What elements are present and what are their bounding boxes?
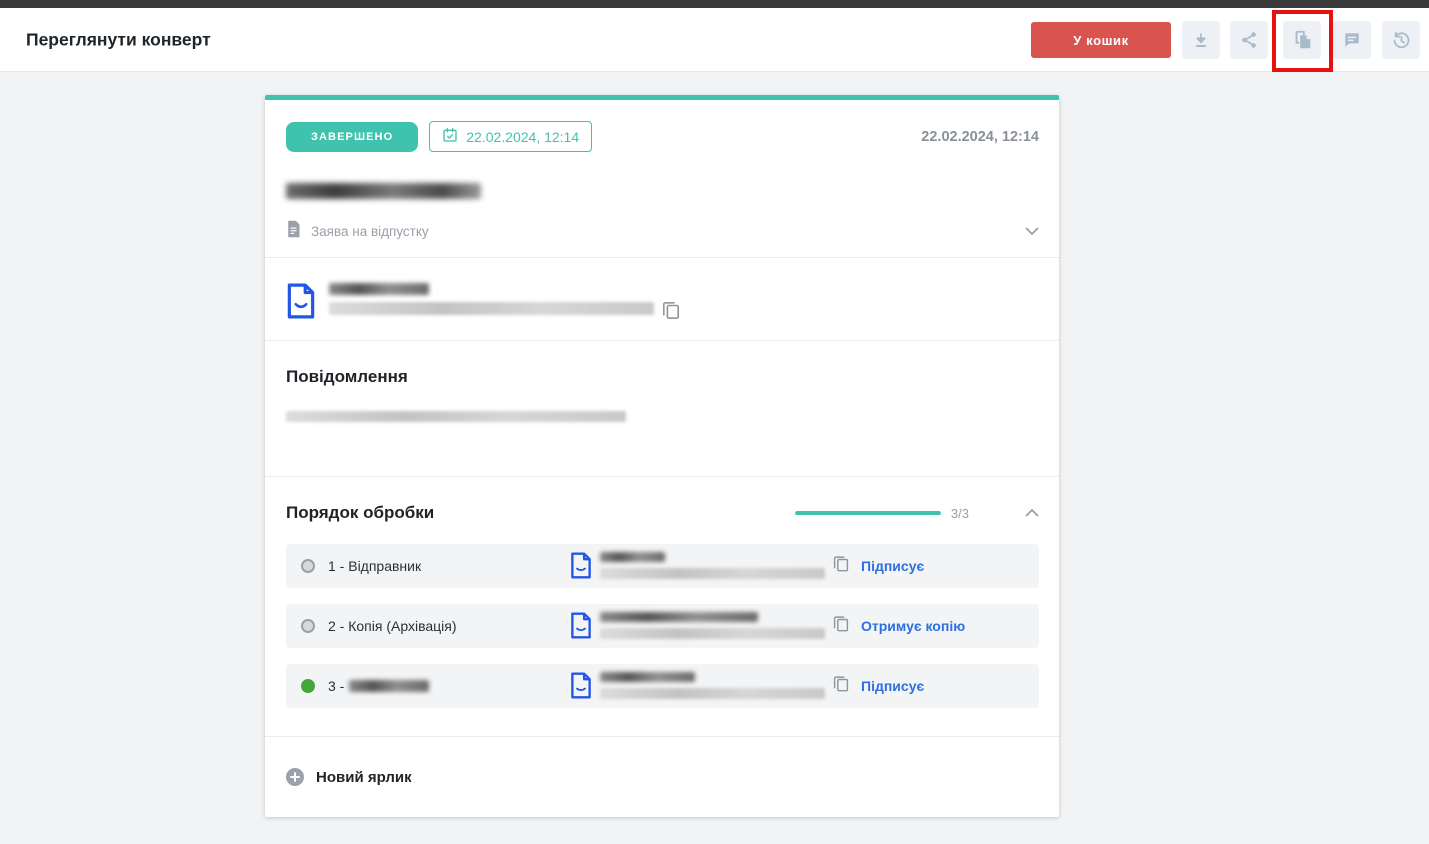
copy-step-icon[interactable] bbox=[833, 614, 849, 638]
completed-date: 22.02.2024, 12:14 bbox=[921, 128, 1039, 145]
chevron-up-icon[interactable] bbox=[1025, 504, 1039, 522]
message-title: Повідомлення bbox=[286, 367, 408, 386]
copy-file-id-icon[interactable] bbox=[662, 300, 680, 325]
step-name-redacted bbox=[600, 672, 695, 682]
status-row: ЗАВЕРШЕНО 22.02.2024, 12:14 22.02.2024, … bbox=[286, 121, 1039, 152]
chevron-down-icon[interactable] bbox=[1025, 223, 1039, 241]
processing-progress: 3/3 bbox=[794, 504, 1039, 522]
comments-button[interactable] bbox=[1333, 21, 1371, 59]
share-button[interactable] bbox=[1230, 21, 1268, 59]
processing-step-row: 3 - Підписує bbox=[286, 664, 1039, 708]
step-signer-redacted bbox=[570, 552, 825, 579]
trash-button[interactable]: У кошик bbox=[1031, 22, 1171, 58]
processing-header: Порядок обробки 3/3 bbox=[286, 503, 1039, 523]
step-actions: Підписує bbox=[833, 664, 924, 708]
message-text-redacted bbox=[286, 411, 626, 422]
download-icon bbox=[1191, 30, 1211, 50]
history-icon bbox=[1391, 30, 1412, 51]
envelope-summary-section: ЗАВЕРШЕНО 22.02.2024, 12:14 22.02.2024, … bbox=[265, 100, 1059, 258]
file-icon bbox=[286, 283, 316, 324]
calendar-check-icon bbox=[442, 127, 458, 146]
step-role-link[interactable]: Отримує копію bbox=[861, 618, 965, 634]
step-signer-redacted bbox=[570, 612, 825, 639]
processing-step-row: 2 - Копія (Архівація) Отримує копію bbox=[286, 604, 1039, 648]
copy-envelope-button[interactable] bbox=[1283, 21, 1321, 59]
message-section: Повідомлення bbox=[265, 341, 1059, 477]
step-actions: Підписує bbox=[833, 544, 924, 588]
step-actions: Отримує копію bbox=[833, 604, 965, 648]
step-label: 1 - Відправник bbox=[328, 558, 422, 574]
step-role-link[interactable]: Підписує bbox=[861, 558, 924, 574]
subject-row[interactable]: Заява на відпустку bbox=[286, 220, 1039, 243]
envelope-author-redacted bbox=[286, 183, 481, 199]
browser-top-bar bbox=[0, 0, 1429, 8]
envelope-card: ЗАВЕРШЕНО 22.02.2024, 12:14 22.02.2024, … bbox=[265, 95, 1059, 817]
processing-order-section: Порядок обробки 3/3 1 - Відправник Підпи… bbox=[265, 477, 1059, 737]
status-badge: ЗАВЕРШЕНО bbox=[286, 121, 419, 152]
progress-bar-fill bbox=[794, 511, 941, 515]
processing-step-row: 1 - Відправник Підписує bbox=[286, 544, 1039, 588]
step-name-redacted bbox=[600, 552, 665, 562]
page-header: Переглянути конверт У кошик bbox=[0, 8, 1429, 72]
document-section bbox=[265, 258, 1059, 341]
copy-step-icon[interactable] bbox=[833, 674, 849, 698]
document-icon bbox=[286, 220, 301, 243]
labels-section[interactable]: Новий ярлик bbox=[265, 737, 1059, 817]
step-label: 2 - Копія (Архівація) bbox=[328, 618, 457, 634]
progress-bar bbox=[794, 511, 941, 515]
step-role-link[interactable]: Підписує bbox=[861, 678, 924, 694]
comment-icon bbox=[1342, 30, 1362, 50]
copy-step-icon[interactable] bbox=[833, 554, 849, 578]
download-button[interactable] bbox=[1182, 21, 1220, 59]
progress-label: 3/3 bbox=[950, 505, 969, 521]
date-chip-label: 22.02.2024, 12:14 bbox=[466, 128, 580, 145]
history-button[interactable] bbox=[1382, 21, 1420, 59]
processing-title: Порядок обробки bbox=[286, 503, 435, 522]
plus-icon[interactable] bbox=[286, 768, 304, 786]
file-title-redacted bbox=[329, 283, 429, 295]
step-key-redacted bbox=[600, 688, 825, 699]
date-chip: 22.02.2024, 12:14 bbox=[429, 121, 593, 152]
page-title: Переглянути конверт bbox=[26, 29, 211, 49]
step-label: 3 - bbox=[328, 678, 430, 694]
new-label-button[interactable]: Новий ярлик bbox=[316, 769, 412, 786]
step-name-redacted bbox=[600, 612, 758, 622]
processing-steps: 1 - Відправник Підписує 2 - Копія (Архів… bbox=[286, 544, 1039, 708]
step-status-dot bbox=[301, 679, 315, 693]
file-hash-redacted bbox=[329, 302, 654, 315]
share-icon bbox=[1239, 30, 1259, 50]
file-name-redacted bbox=[329, 283, 654, 315]
step-key-redacted bbox=[600, 628, 825, 639]
envelope-subject: Заява на відпустку bbox=[311, 224, 429, 239]
step-status-dot bbox=[301, 619, 315, 633]
step-status-dot bbox=[301, 559, 315, 573]
step-signer-redacted bbox=[570, 672, 825, 699]
step-key-redacted bbox=[600, 568, 825, 579]
copy-icon bbox=[1291, 29, 1313, 51]
page-body: ЗАВЕРШЕНО 22.02.2024, 12:14 22.02.2024, … bbox=[0, 95, 1429, 844]
step-label-redacted bbox=[349, 680, 430, 692]
